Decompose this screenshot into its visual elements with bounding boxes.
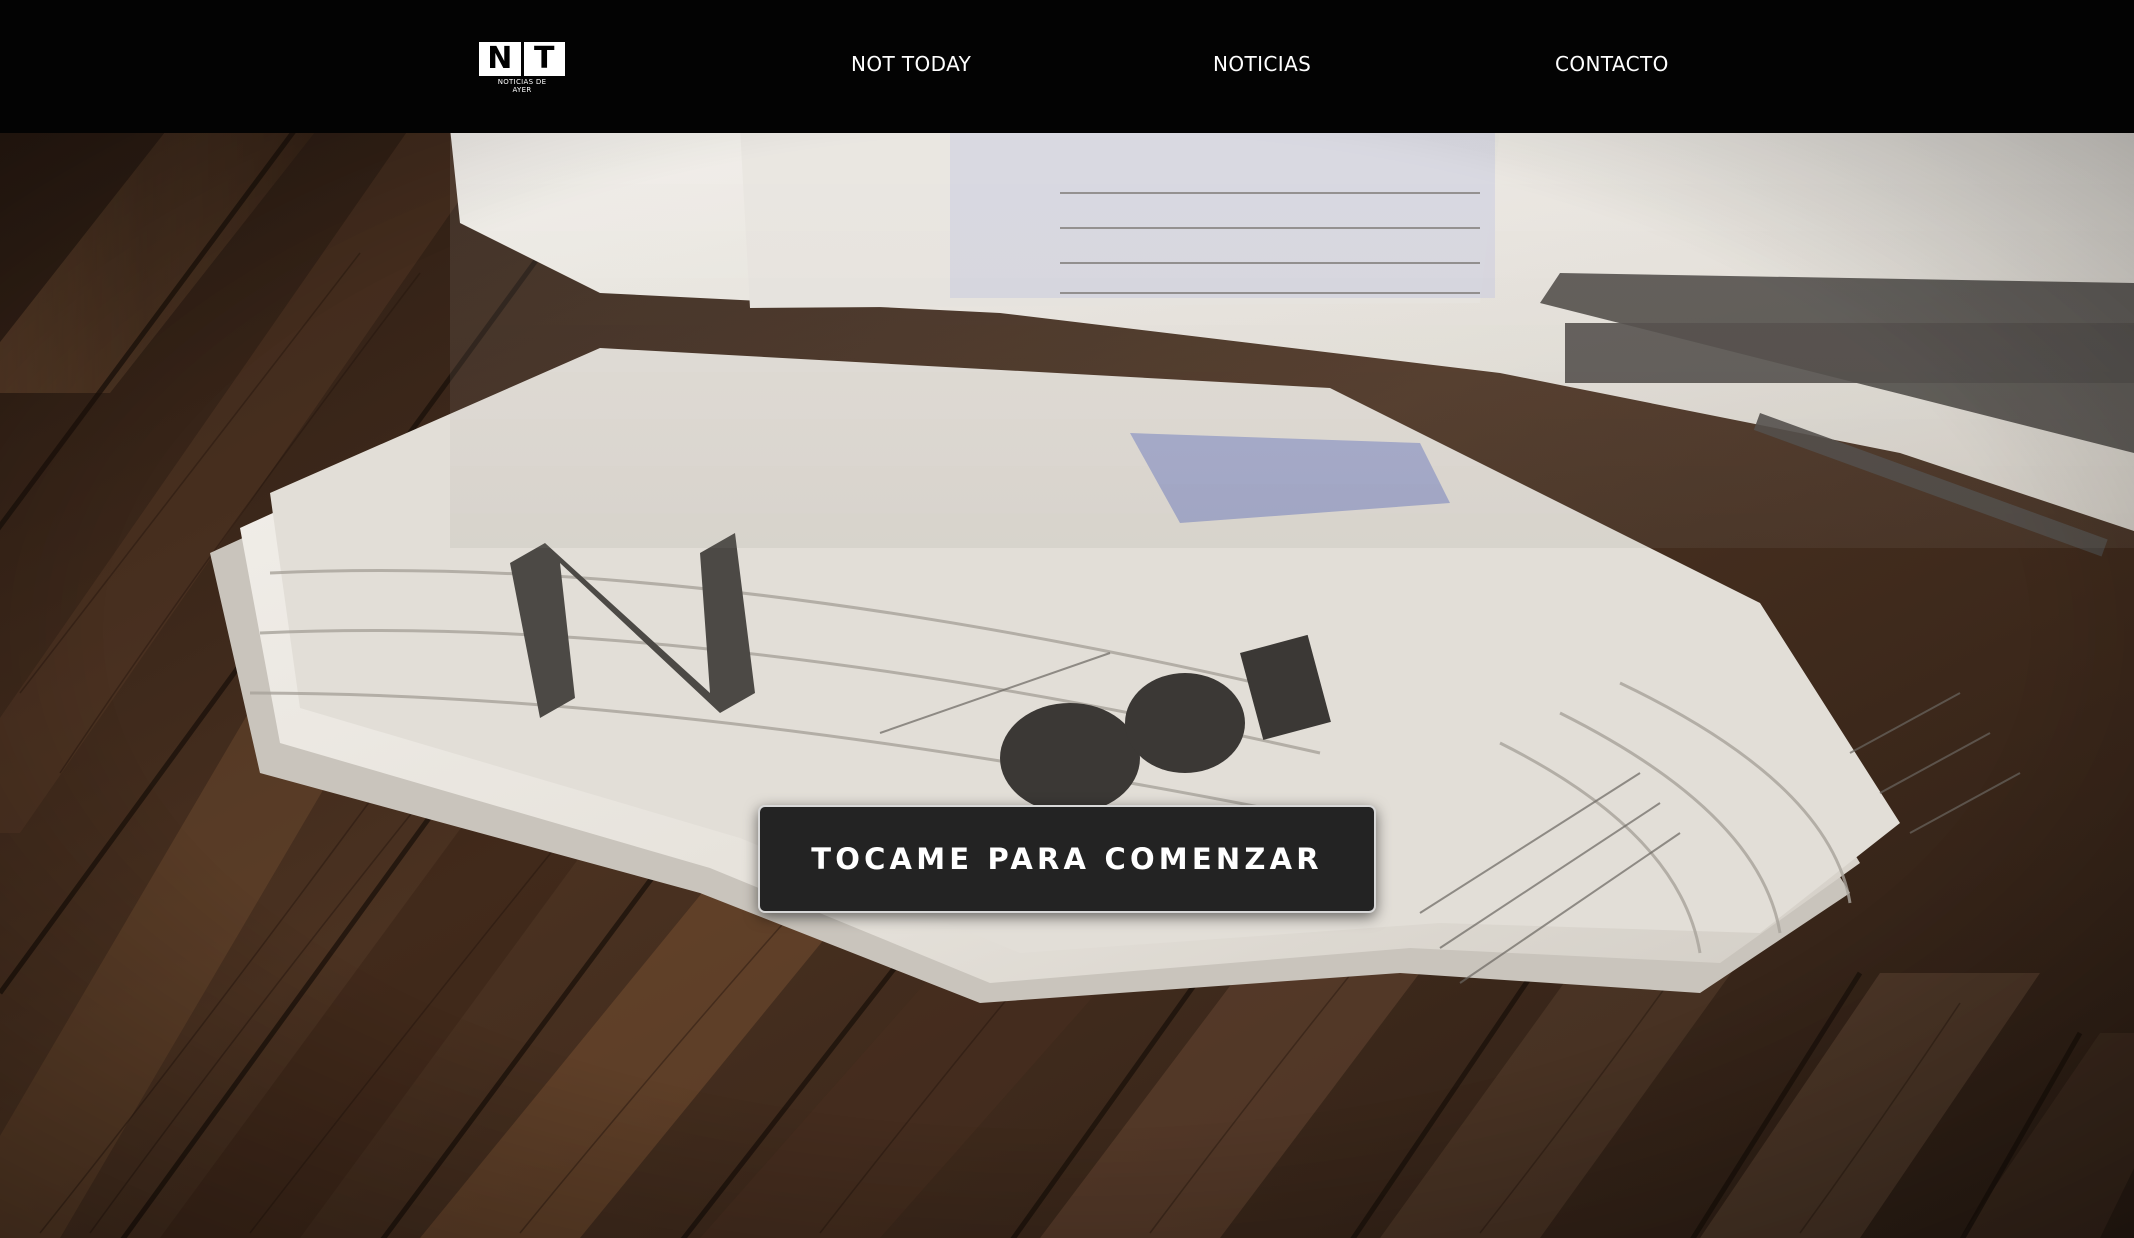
nav-link-noticias[interactable]: NOTICIAS bbox=[1213, 50, 1311, 78]
logo-tagline: NOTICIAS DE AYER bbox=[497, 78, 547, 94]
page: N T NOTICIAS DE AYER NOT TODAY NOTICIAS … bbox=[0, 0, 2134, 1238]
hero-section: TOCAME PARA COMENZAR bbox=[0, 133, 2134, 1238]
nav-link-contacto[interactable]: CONTACTO bbox=[1555, 50, 1669, 78]
logo-mark: N T bbox=[479, 42, 565, 76]
top-navbar: N T NOTICIAS DE AYER NOT TODAY NOTICIAS … bbox=[0, 0, 2134, 133]
logo-letter-n: N bbox=[479, 42, 521, 76]
logo-letter-t: T bbox=[523, 42, 565, 76]
site-logo[interactable]: N T NOTICIAS DE AYER bbox=[479, 42, 565, 94]
nav-link-not-today[interactable]: NOT TODAY bbox=[851, 50, 971, 78]
start-button[interactable]: TOCAME PARA COMENZAR bbox=[758, 805, 1376, 913]
hero-background-image bbox=[0, 133, 2134, 1238]
